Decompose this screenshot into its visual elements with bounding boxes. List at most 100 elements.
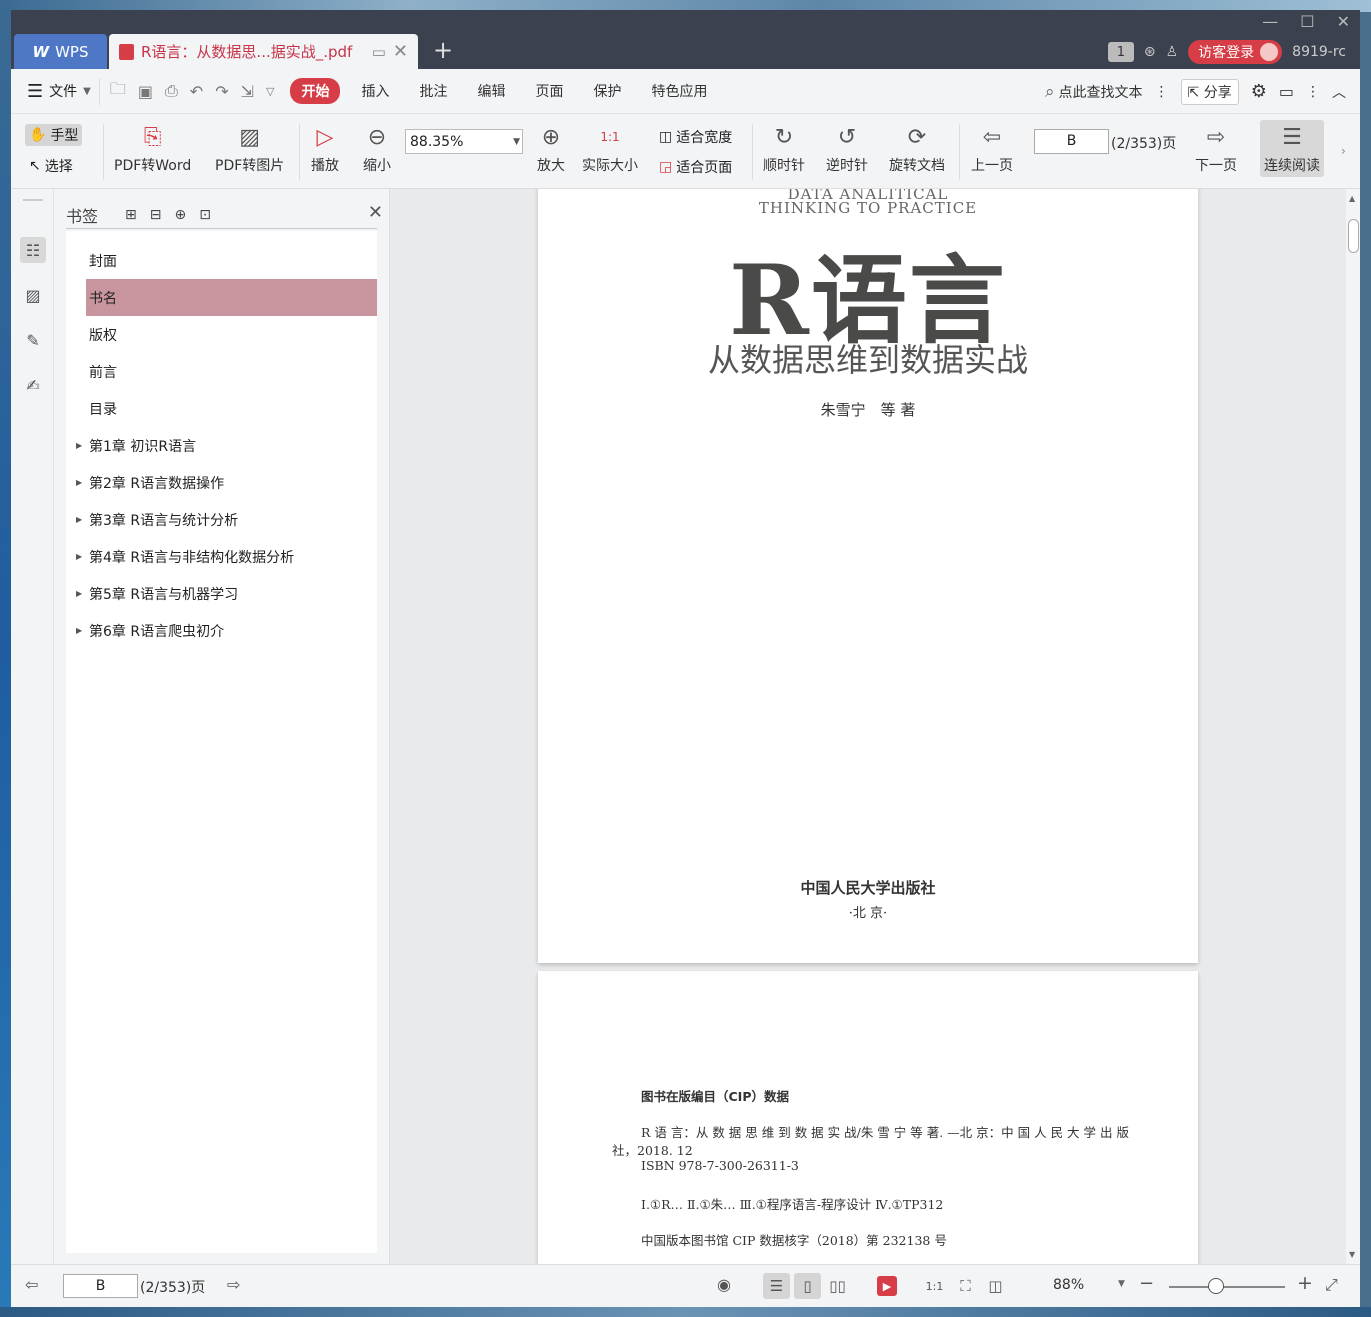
next-page-button[interactable]: ⇨ 下一页 — [1195, 122, 1237, 175]
thumbnail-icon[interactable]: ▨ — [20, 282, 46, 308]
add-bookmark-icon[interactable]: ⊕ — [174, 207, 186, 223]
fit-width-button[interactable]: ◫ 适合宽度 — [659, 127, 732, 147]
single-page-continuous-icon[interactable]: ☰ — [763, 1273, 790, 1299]
open-folder-icon[interactable]: 🗀 — [110, 78, 126, 105]
bookmark-item-title[interactable]: 书名 — [86, 279, 377, 316]
settings-sync-icon[interactable]: ⊛ — [1144, 44, 1156, 60]
status-next-page-icon[interactable]: ⇨ — [227, 1275, 240, 1294]
save-icon[interactable]: ▣ — [138, 82, 153, 101]
zoom-plus-icon[interactable]: + — [1297, 1272, 1313, 1294]
rotate-counterclockwise-button[interactable]: ↺ 逆时针 — [826, 122, 868, 175]
eye-protection-icon[interactable]: ◉ — [717, 1275, 731, 1294]
status-zoom-value[interactable]: 88% — [1053, 1277, 1084, 1293]
expand-arrow-icon[interactable]: ▶ — [76, 626, 82, 635]
window-count-badge[interactable]: 1 — [1107, 42, 1134, 62]
actual-size-status-icon[interactable]: 1:1 — [921, 1273, 948, 1299]
zoom-in-button[interactable]: ⊕ 放大 — [536, 122, 566, 175]
redo-icon[interactable]: ↷ — [215, 82, 228, 101]
document-view[interactable]: DATA ANALITICAL THINKING TO PRACTICE R语言… — [389, 189, 1346, 1264]
expand-arrow-icon[interactable]: ▶ — [76, 515, 82, 524]
vertical-scrollbar[interactable]: ▲ ▼ — [1346, 189, 1360, 1264]
expand-arrow-icon[interactable]: ▶ — [76, 589, 82, 598]
search-text-button[interactable]: 点此查找文本 — [1059, 82, 1143, 102]
comment-icon[interactable]: ▭ — [1279, 82, 1294, 101]
bookmark-item-chapter-1[interactable]: ▶ 第1章 初识R语言 — [66, 427, 377, 464]
more-dropdown-icon[interactable]: ▽ — [266, 85, 274, 98]
file-menu[interactable]: ☰ 文件 ▼ — [11, 81, 91, 102]
tab-special[interactable]: 特色应用 — [636, 81, 722, 101]
zoom-slider-knob[interactable] — [1208, 1278, 1224, 1294]
bookmark-item-chapter-4[interactable]: ▶ 第4章 R语言与非结构化数据分析 — [66, 538, 377, 575]
rotate-document-button[interactable]: ⟳ 旋转文档 — [889, 122, 945, 175]
bookmark-list-icon[interactable]: ☷ — [20, 237, 46, 263]
gear-icon[interactable]: ⚙ — [1251, 81, 1267, 102]
bookmark-settings-icon[interactable]: ⊡ — [199, 207, 211, 223]
collapse-all-icon[interactable]: ⊟ — [150, 207, 162, 223]
expand-all-icon[interactable]: ⊞ — [125, 207, 137, 223]
zoom-select[interactable]: 88.35% ▼ — [405, 129, 523, 154]
new-tab-icon[interactable]: + — [433, 38, 453, 62]
zoom-slider-track[interactable] — [1169, 1286, 1285, 1288]
page-number-input[interactable]: B — [1034, 129, 1109, 154]
actual-size-button[interactable]: 1:1 实际大小 — [582, 122, 638, 175]
export-icon[interactable]: ⇲ — [241, 82, 254, 101]
hand-tool-button[interactable]: ✋ 手型 — [25, 124, 83, 146]
status-prev-page-icon[interactable]: ⇦ — [25, 1275, 38, 1294]
fit-page-button[interactable]: ◲ 适合页面 — [659, 157, 732, 177]
fit-width-status-icon[interactable]: ◫ — [982, 1273, 1009, 1299]
kebab-menu-icon[interactable]: ⋮ — [1306, 84, 1320, 100]
two-page-icon[interactable]: ▯▯ — [824, 1273, 851, 1299]
skin-icon[interactable]: ♙ — [1166, 44, 1179, 60]
single-page-icon[interactable]: ▯ — [794, 1273, 821, 1299]
close-panel-icon[interactable]: ✕ — [368, 202, 383, 223]
annotation-icon[interactable]: ✎ — [20, 327, 46, 353]
scroll-up-icon[interactable]: ▲ — [1349, 194, 1355, 203]
drag-handle-icon[interactable] — [23, 199, 43, 201]
expand-arrow-icon[interactable]: ▶ — [76, 478, 82, 487]
ribbon-scroll-right-icon[interactable]: › — [1341, 144, 1346, 158]
pin-icon[interactable]: ▭ — [372, 43, 386, 61]
print-icon[interactable]: ⎙ — [165, 81, 178, 101]
guest-login-button[interactable]: 访客登录 — [1188, 40, 1283, 64]
wps-home-tab[interactable]: W WPS — [14, 34, 107, 69]
bookmark-item-copyright[interactable]: 版权 — [66, 316, 377, 353]
rotate-clockwise-button[interactable]: ↻ 顺时针 — [763, 122, 805, 175]
bookmark-item-chapter-6[interactable]: ▶ 第6章 R语言爬虫初介 — [66, 612, 377, 649]
more-vertical-icon[interactable]: ⋮ — [1155, 84, 1169, 100]
undo-icon[interactable]: ↶ — [190, 82, 203, 101]
tab-insert[interactable]: 插入 — [346, 81, 404, 101]
prev-page-button[interactable]: ⇦ 上一页 — [971, 122, 1013, 175]
close-tab-icon[interactable]: ✕ — [393, 41, 408, 62]
bookmark-item-toc[interactable]: 目录 — [66, 390, 377, 427]
fit-page-status-icon[interactable]: ⛶ — [952, 1273, 979, 1299]
status-page-input[interactable]: B — [63, 1274, 138, 1298]
pdf-to-image-button[interactable]: ▨ PDF转图片 — [215, 122, 284, 175]
bookmark-item-preface[interactable]: 前言 — [66, 353, 377, 390]
bookmark-item-chapter-5[interactable]: ▶ 第5章 R语言与机器学习 — [66, 575, 377, 612]
bookmark-item-cover[interactable]: 封面 — [66, 242, 377, 279]
bookmark-item-chapter-2[interactable]: ▶ 第2章 R语言数据操作 — [66, 464, 377, 501]
minimize-icon[interactable]: — — [1262, 12, 1278, 31]
maximize-icon[interactable]: ☐ — [1300, 12, 1314, 31]
continuous-read-button[interactable]: ☰ 连续阅读 — [1260, 120, 1324, 177]
play-button[interactable]: ▷ 播放 — [310, 122, 340, 175]
close-window-icon[interactable]: ✕ — [1337, 12, 1350, 31]
pdf-to-word-button[interactable]: ⎘ PDF转Word — [114, 122, 191, 175]
zoom-dropdown-icon[interactable]: ▼ — [1118, 1279, 1125, 1289]
scrollbar-thumb[interactable] — [1348, 219, 1359, 253]
expand-arrow-icon[interactable]: ▶ — [76, 441, 82, 450]
fullscreen-icon[interactable]: ⤢ — [1325, 1275, 1338, 1295]
zoom-minus-icon[interactable]: − — [1139, 1273, 1154, 1294]
tab-edit[interactable]: 编辑 — [462, 81, 520, 101]
expand-arrow-icon[interactable]: ▶ — [76, 552, 82, 561]
tab-protect[interactable]: 保护 — [578, 81, 636, 101]
signature-icon[interactable]: ✍ — [20, 372, 46, 398]
tab-start[interactable]: 开始 — [290, 78, 341, 104]
document-tab[interactable]: R语言：从数据思...据实战_.pdf ▭ ✕ — [109, 34, 418, 69]
zoom-out-button[interactable]: ⊖ 缩小 — [362, 122, 392, 175]
collapse-ribbon-icon[interactable]: ︿ — [1332, 82, 1346, 102]
slideshow-play-icon[interactable]: ▶ — [877, 1276, 897, 1296]
tab-annotate[interactable]: 批注 — [404, 81, 462, 101]
tab-page[interactable]: 页面 — [520, 81, 578, 101]
bookmark-item-chapter-3[interactable]: ▶ 第3章 R语言与统计分析 — [66, 501, 377, 538]
